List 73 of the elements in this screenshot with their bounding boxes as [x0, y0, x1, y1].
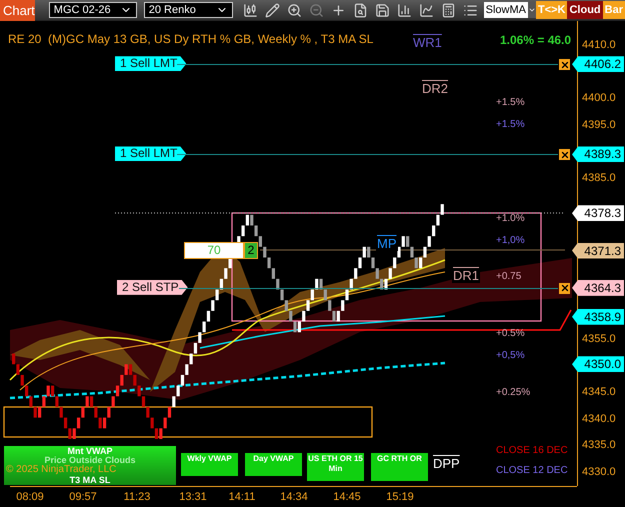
percent-label: +1.0%: [496, 212, 525, 226]
panel-title: Mnt VWAP: [68, 446, 112, 456]
time-tick: 15:19: [385, 490, 415, 505]
price-marker: 4371.3: [572, 242, 624, 259]
price-tick: 4345.0: [582, 384, 616, 400]
price-tick: 4410.0: [582, 38, 616, 53]
list-icon[interactable]: [462, 2, 478, 18]
indicator-panel: US ETH OR 15 Min: [307, 453, 364, 481]
time-tick: 14:11: [228, 490, 256, 505]
time-tick: 09:57: [68, 490, 98, 505]
percent-label: +1.5%: [496, 96, 525, 110]
price-tick: 4340.0: [582, 412, 616, 427]
chart-header: RE 20 (M)GC May 13 GB, US Dy RTH % GB, Weekly % , T3 MA SL: [8, 31, 374, 48]
crosshair-icon[interactable]: [330, 2, 346, 18]
order-label[interactable]: 1 Sell LMT: [115, 56, 186, 72]
close-label: CLOSE 12 DEC: [496, 464, 568, 478]
percent-label: +1,0%: [496, 234, 525, 248]
line-chart-icon[interactable]: [418, 2, 434, 18]
time-tick: 13:31: [178, 490, 208, 505]
price-tick: 4400.0: [582, 91, 616, 106]
percent-label: +0.5%: [496, 327, 525, 341]
order-label[interactable]: 2 Sell STP: [117, 280, 188, 295]
column-chart-icon[interactable]: [396, 2, 412, 18]
indicator-panel: GC RTH OR: [371, 453, 428, 481]
dropdown-icon: [528, 2, 536, 18]
panel-status: Price Outside Clouds: [44, 456, 136, 465]
price-marker: 4364.3: [572, 280, 624, 296]
zoom-out-icon[interactable]: [308, 2, 324, 18]
time-tick: 08:09: [15, 490, 45, 505]
copyright-text: © 2025 NinjaTrader, LLC: [5, 465, 116, 475]
price-tick: 4385.0: [582, 171, 616, 186]
indicator-select[interactable]: SlowMA: [484, 2, 536, 18]
price-tick: 4355.0: [582, 332, 616, 347]
close-icon[interactable]: [559, 282, 570, 294]
zoom-in-icon[interactable]: [286, 2, 302, 18]
toolbar-toggle[interactable]: Cloud: [567, 1, 603, 19]
price-marker: 4378.3: [572, 205, 624, 222]
pivot-label: MP: [376, 236, 398, 251]
close-label: CLOSE 16 DEC: [496, 444, 568, 458]
time-tick: 14:45: [332, 490, 362, 505]
pivot-label: DR2: [421, 81, 450, 96]
price-tick: 4335.0: [582, 438, 616, 454]
change-readout: 1.06% = 46.0: [500, 32, 572, 49]
panel-indicator: T3 MA SL: [70, 475, 110, 485]
indicator-panel: Day VWAP: [245, 453, 302, 476]
pencil-icon[interactable]: [264, 2, 280, 18]
time-tick: 14:34: [279, 490, 309, 505]
percent-label: +0,5%: [496, 349, 525, 363]
close-icon[interactable]: [559, 59, 570, 70]
percent-label: +0.75: [496, 270, 522, 284]
position-quantity[interactable]: 2: [244, 242, 258, 259]
price-tick: 4330.0: [582, 465, 616, 480]
instrument-select[interactable]: MGC 02-26: [48, 2, 137, 18]
save-icon[interactable]: [374, 2, 390, 18]
pivot-label: DPP: [432, 456, 461, 471]
period-select[interactable]: 20 Renko: [144, 2, 233, 18]
order-label[interactable]: 1 Sell LMT: [115, 146, 186, 162]
bars-icon[interactable]: [242, 2, 258, 18]
price-tick: 4395.0: [582, 118, 616, 134]
file-search-icon[interactable]: [352, 2, 368, 18]
calculator-icon[interactable]: [440, 2, 456, 18]
price-marker: 4406.2: [572, 56, 624, 72]
price-marker: 4350.0: [572, 356, 624, 372]
pivot-label: DR1: [452, 268, 480, 283]
chart-tab[interactable]: Chart: [0, 0, 35, 20]
time-tick: 11:23: [122, 490, 152, 505]
indicator-panel: Wkly VWAP: [181, 453, 238, 476]
close-icon[interactable]: [559, 149, 570, 160]
price-marker: 4389.3: [572, 146, 624, 162]
price-marker: 4358.9: [572, 308, 624, 325]
pivot-label: WR1: [412, 35, 443, 50]
percent-label: +0.25%: [496, 386, 530, 400]
percent-label: +1.5%: [496, 118, 525, 132]
